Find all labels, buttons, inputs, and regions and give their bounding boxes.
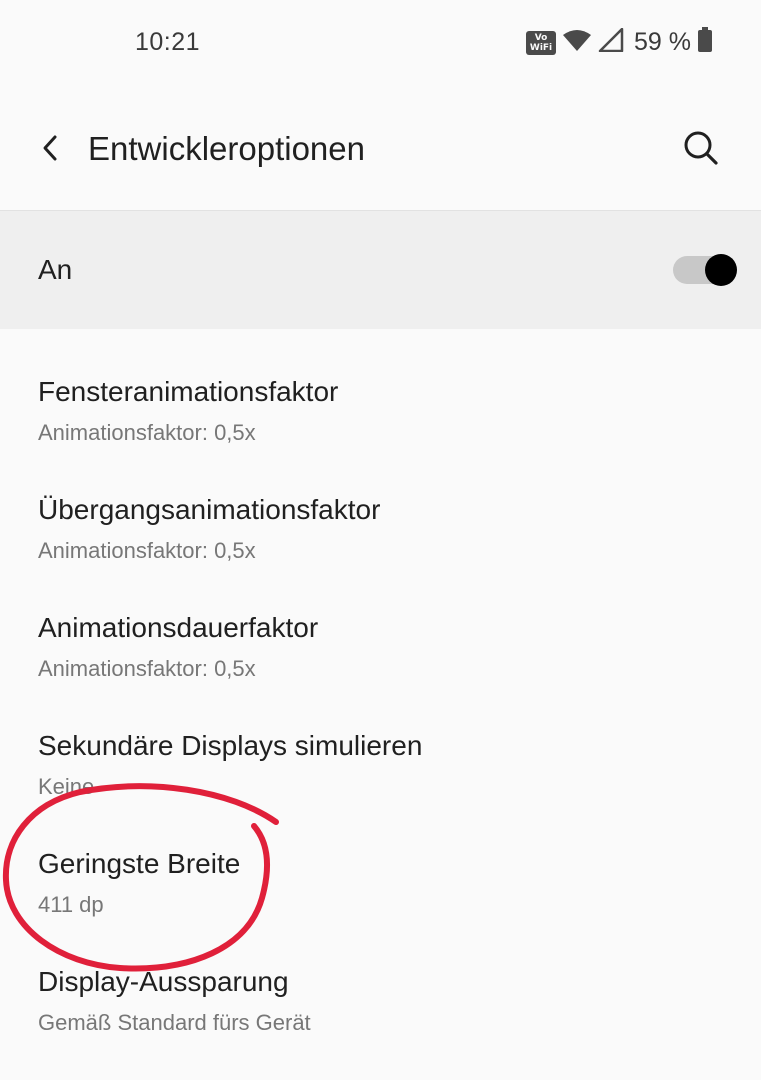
vowifi-label-bottom: WiFi: [529, 42, 553, 53]
vowifi-label-top: Vo: [534, 32, 548, 43]
battery-percent: 59 %: [634, 28, 691, 56]
setting-title: Geringste Breite: [38, 848, 241, 879]
status-bar: 10:21 Vo WiFi 59 %: [0, 0, 761, 90]
vowifi-icon: Vo WiFi: [526, 30, 557, 55]
search-button[interactable]: [677, 126, 725, 174]
back-button[interactable]: [28, 128, 72, 172]
master-toggle[interactable]: [673, 254, 737, 286]
setting-summary: Animationsfaktor: 0,5x: [38, 420, 256, 445]
setting-smallest-width[interactable]: Geringste Breite 411 dp: [0, 802, 761, 920]
status-icons: Vo WiFi 59 %: [526, 27, 713, 58]
search-icon: [682, 129, 720, 172]
setting-title: Fensteranimationsfaktor: [38, 376, 339, 407]
setting-summary: 411 dp: [38, 892, 104, 917]
setting-summary: Gemäß Standard fürs Gerät: [38, 1010, 311, 1035]
setting-transition-animation-scale[interactable]: Übergangsanimationsfaktor Animationsfakt…: [0, 448, 761, 566]
wifi-icon: [562, 28, 592, 57]
setting-summary: Keine: [38, 774, 95, 799]
master-switch-row[interactable]: An: [0, 211, 761, 329]
setting-window-animation-scale[interactable]: Fensteranimationsfaktor Animationsfaktor…: [0, 330, 761, 448]
setting-summary: Animationsfaktor: 0,5x: [38, 656, 256, 681]
toggle-thumb: [705, 254, 737, 286]
battery-icon: [697, 27, 713, 58]
master-switch-label: An: [38, 254, 73, 285]
setting-summary: Animationsfaktor: 0,5x: [38, 538, 256, 563]
back-arrow-icon: [39, 133, 61, 168]
status-time: 10:21: [135, 28, 201, 56]
setting-title: Übergangsanimationsfaktor: [38, 494, 381, 525]
toolbar: Entwickleroptionen: [0, 90, 761, 211]
setting-animator-duration-scale[interactable]: Animationsdauerfaktor Animationsfaktor: …: [0, 566, 761, 684]
setting-display-cutout[interactable]: Display-Aussparung Gemäß Standard fürs G…: [0, 920, 761, 1038]
settings-screen: 10:21 Vo WiFi 59 % Entwickleroptionen An…: [0, 0, 761, 1080]
page-title: Entwickleroptionen: [88, 130, 365, 167]
setting-title: Animationsdauerfaktor: [38, 612, 319, 643]
signal-icon: [598, 27, 624, 57]
setting-simulate-secondary-displays[interactable]: Sekundäre Displays simulieren Keine: [0, 684, 761, 802]
setting-title: Sekundäre Displays simulieren: [38, 730, 423, 761]
setting-title: Display-Aussparung: [38, 966, 289, 997]
